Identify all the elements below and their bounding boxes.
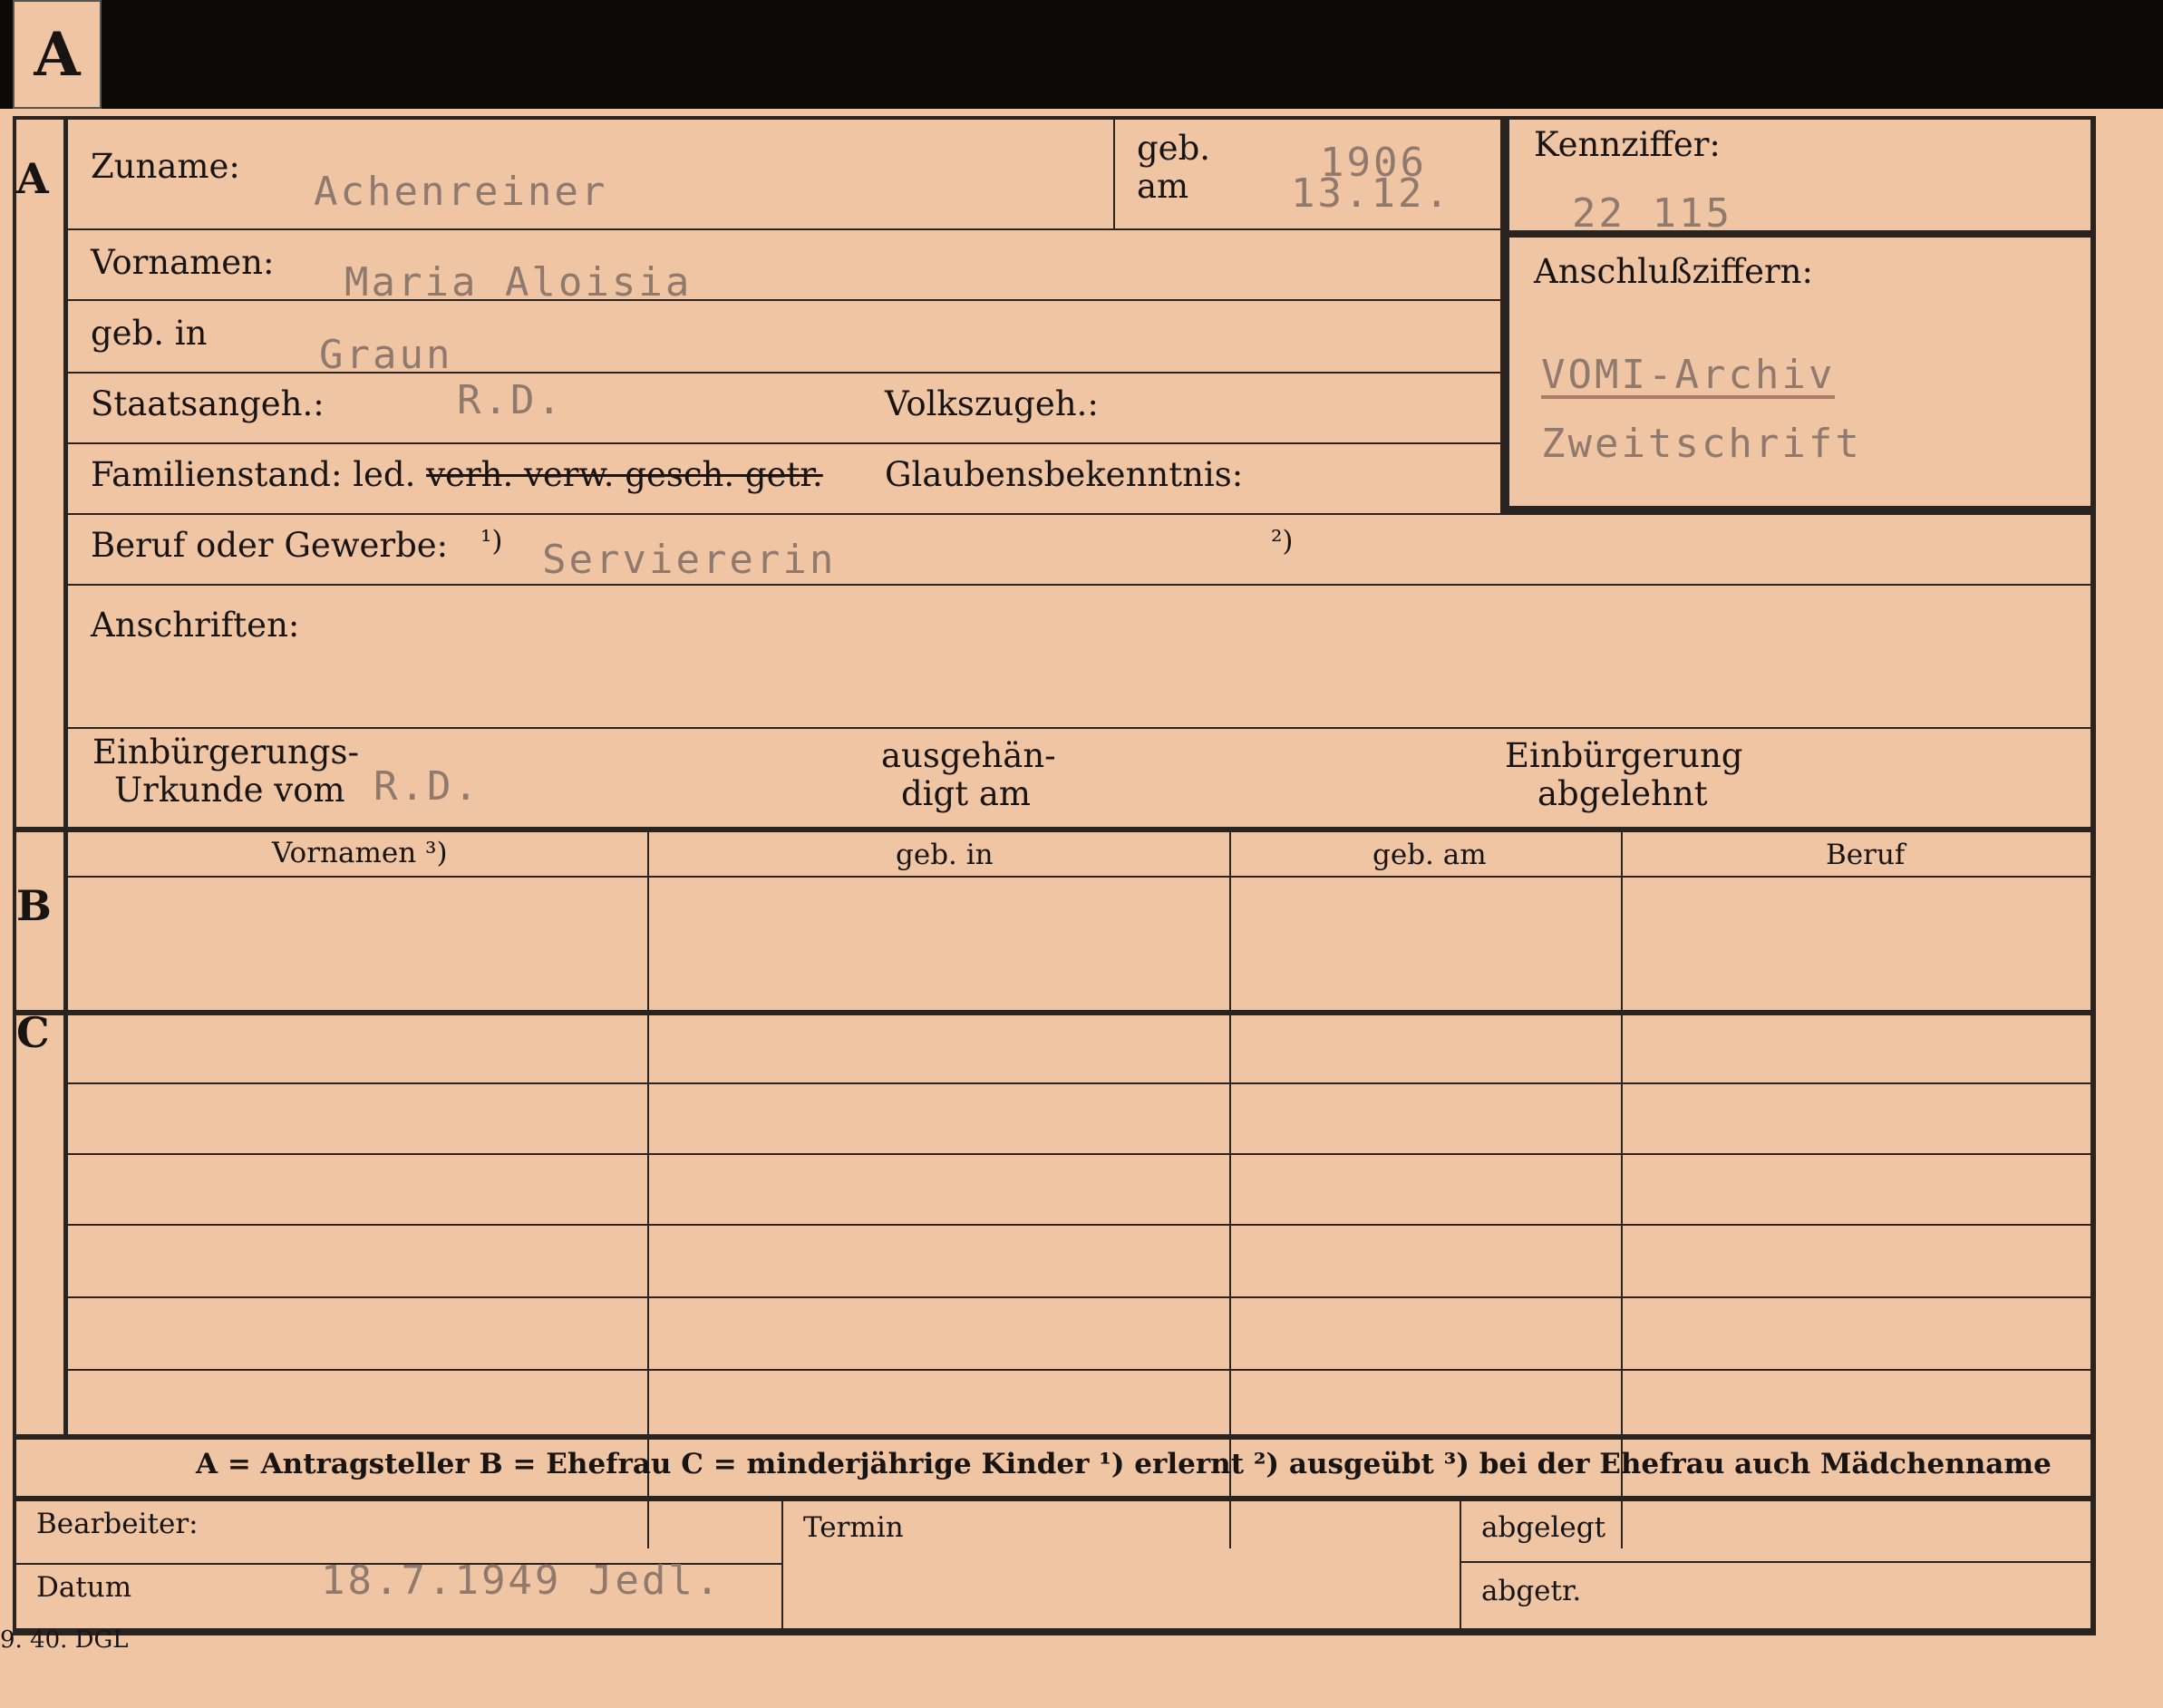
abgetr-label: abgetr. <box>1481 1575 1582 1607</box>
geb-in-value: Graun <box>319 332 453 378</box>
section-bc-divider <box>13 1010 2090 1015</box>
c-row-rule <box>68 1224 2090 1226</box>
section-ab-divider <box>13 827 2090 832</box>
col-header-geb-in: geb. in <box>896 839 994 871</box>
geb-am-label-2: am <box>1137 167 1189 206</box>
anschluss-line-2: Zweitschrift <box>1541 421 1862 467</box>
col-header-vornamen: Vornamen ³) <box>272 837 448 869</box>
familienstand-struck-options: verh. verw. gesch. getr. <box>426 455 823 494</box>
right-border <box>2090 116 2096 1634</box>
rule-anschriften <box>68 727 2090 729</box>
abgelegt-rule <box>1461 1561 2090 1563</box>
vornamen-label: Vornamen: <box>91 243 275 282</box>
section-c-bottom <box>13 1434 2090 1440</box>
section-b-label: B <box>16 881 52 930</box>
abgelegt-label: abgelegt <box>1481 1511 1606 1544</box>
col-rule-1 <box>647 832 649 1548</box>
index-tab: A <box>13 0 102 109</box>
vornamen-value: Maria Aloisia <box>344 259 693 306</box>
familienstand-text: Familienstand: led. <box>91 455 416 494</box>
geb-in-label: geb. in <box>91 314 208 353</box>
section-a-label: A <box>16 154 49 203</box>
col-rule-3 <box>1621 832 1623 1548</box>
staatsangeh-value: R.D. <box>457 377 564 423</box>
registration-card: A B C Zuname: Achenreiner geb. am 1906 1… <box>0 109 2163 1708</box>
top-border <box>13 116 2094 120</box>
print-code: 9. 40. DGL <box>0 1626 129 1654</box>
section-column-border <box>63 116 68 1440</box>
kennziffer-value: 22 115 <box>1572 190 1732 237</box>
beruf-label: Beruf oder Gewerbe: <box>91 526 449 565</box>
bearbeiter-label: Bearbeiter: <box>36 1508 199 1540</box>
einb-abgelehnt-label-1: Einbürgerung <box>1505 736 1743 775</box>
rule-geb-in <box>68 372 1500 374</box>
beruf-mark-2: ²) <box>1271 525 1294 558</box>
datum-label: Datum <box>36 1571 132 1604</box>
geb-am-label-1: geb. <box>1137 129 1211 168</box>
left-border <box>13 116 16 1634</box>
legend: A = Antragsteller B = Ehefrau C = minder… <box>196 1448 2051 1480</box>
datum-value: 18.7.1949 Jedl. <box>321 1558 723 1604</box>
geb-day-month-value: 13.12. <box>1291 170 1451 217</box>
col-rule-2 <box>1229 832 1231 1548</box>
col-header-geb-am: geb. am <box>1372 839 1487 871</box>
anschlussziffern-label: Anschlußziffern: <box>1534 252 1813 291</box>
beruf-value: Serviererin <box>542 537 837 583</box>
section-c-label: C <box>16 1008 50 1057</box>
einb-abgelehnt-label-2: abgelehnt <box>1537 774 1708 813</box>
table-header-rule <box>68 876 2090 878</box>
kennziffer-label: Kennziffer: <box>1534 125 1721 164</box>
zuname-value: Achenreiner <box>314 169 608 215</box>
c-row-rule <box>68 1296 2090 1298</box>
ausgehaendigt-label-2: digt am <box>901 774 1031 813</box>
kennziffer-box-left <box>1500 116 1509 515</box>
bottom-col-rule-1 <box>781 1501 783 1628</box>
scan-dark-background <box>102 0 2163 112</box>
c-row-rule <box>68 1369 2090 1371</box>
anschriften-label: Anschriften: <box>91 606 300 645</box>
zuname-label: Zuname: <box>91 147 240 186</box>
glaubens-label: Glaubensbekenntnis: <box>885 455 1244 494</box>
familienstand-label: Familienstand: led. verh. verw. gesch. g… <box>91 455 823 494</box>
termin-label: Termin <box>803 1511 904 1544</box>
col-header-beruf: Beruf <box>1826 839 1906 871</box>
bottom-border <box>13 1628 2096 1635</box>
einb-urkunde-value: R.D. <box>373 763 480 810</box>
kennziffer-box-bottom <box>1509 506 2090 515</box>
rule-vornamen <box>68 299 1500 301</box>
rule-beruf <box>68 584 2090 586</box>
c-row-rule <box>68 1082 2090 1084</box>
rule-zuname <box>68 228 1500 230</box>
anschluss-line-1: VOMI-Archiv <box>1541 352 1836 399</box>
beruf-mark-1: ¹) <box>480 525 503 558</box>
tab-letter: A <box>34 19 81 90</box>
staatsangeh-label: Staatsangeh.: <box>91 384 325 423</box>
rule-geb-divider <box>1113 120 1115 228</box>
einb-urkunde-label-1: Einbürgerungs- <box>92 733 359 772</box>
ausgehaendigt-label-1: ausgehän- <box>881 736 1056 775</box>
rule-staat <box>68 442 1500 444</box>
bottom-col-rule-2 <box>1460 1501 1461 1628</box>
c-row-rule <box>68 1153 2090 1155</box>
legend-bottom-rule <box>13 1496 2090 1501</box>
volkszugeh-label: Volkszugeh.: <box>885 384 1099 423</box>
einb-urkunde-label-2: Urkunde vom <box>114 771 345 810</box>
